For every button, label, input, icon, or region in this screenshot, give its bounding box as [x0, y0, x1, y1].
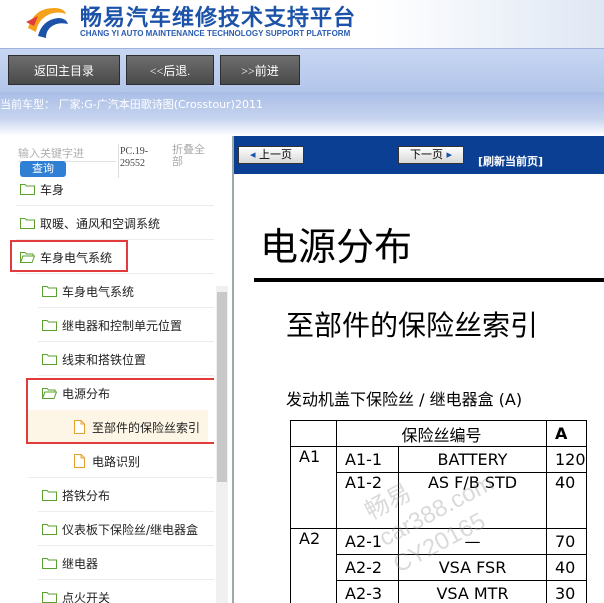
app-header: 畅易汽车维修技术支持平台 CHANG YI AUTO MAINTENANCE T… [0, 0, 604, 48]
back-button[interactable]: <<后退. [126, 55, 214, 85]
next-page-button[interactable]: 下一页 ▸ [398, 146, 464, 164]
table-cell-amp: 120 [546, 446, 587, 473]
directory-tree: 车身 取暖、通风和空调系统 车身电气系统 车身电气系统 继电器和控制单元位置 线… [0, 184, 214, 603]
tree-item-label: 车身 [40, 184, 65, 197]
tree-scrollbar[interactable] [216, 286, 228, 603]
table-caption: 发动机盖下保险丝 / 继电器盒 (A) [286, 390, 523, 409]
document-title: 电源分布 [260, 225, 413, 269]
tree-item-label: 继电器和控制单元位置 [62, 319, 183, 333]
table-cell-group: A1 [290, 446, 337, 529]
folder-icon [42, 354, 57, 365]
tree-item-label: 电路识别 [92, 455, 141, 469]
table-cell-amp: 70 [546, 528, 587, 555]
table-cell-amp: 40 [546, 472, 587, 529]
table-cell-fuse: A2-2 [336, 554, 399, 581]
table-cell-amp: 30 [546, 580, 587, 603]
keyword-search-input[interactable] [18, 146, 116, 162]
arrow-left-icon: ◂ [249, 148, 256, 161]
home-button[interactable]: 返回主目录 [8, 55, 120, 85]
folder-icon [42, 490, 57, 501]
table-header-blank [290, 420, 337, 447]
table-cell-fuse: A1-1 [336, 446, 399, 473]
left-navigation-panel: 查询 PC.19-29552 折叠全部 车身 取暖、通风和空调系统 车身电气系统… [0, 136, 232, 603]
tree-item-label: 搭铁分布 [62, 489, 111, 503]
tree-item-label: 车身电气系统 [62, 285, 135, 299]
table-cell-amp: 40 [546, 554, 587, 581]
tree-item-label: 仪表板下保险丝/继电器盒 [62, 523, 199, 537]
document-icon [74, 454, 85, 468]
scrollbar-thumb[interactable] [217, 292, 227, 482]
pc-code-label: PC.19-29552 [120, 146, 149, 169]
tree-item-circuit-id[interactable]: 电路识别 [28, 444, 214, 478]
tree-item-label: 继电器 [62, 557, 99, 571]
forward-button[interactable]: >>前进 [220, 55, 300, 85]
tree-item-dash-fuse-box[interactable]: 仪表板下保险丝/继电器盒 [38, 512, 214, 546]
prev-page-label: 上一页 [259, 148, 293, 161]
table-header-row: 保险丝编号 A [290, 420, 587, 447]
folder-icon [42, 524, 57, 535]
brand-subtitle: CHANG YI AUTO MAINTENANCE TECHNOLOGY SUP… [80, 29, 351, 38]
prev-page-button[interactable]: ◂ 上一页 [238, 146, 304, 164]
brand-title: 畅易汽车维修技术支持平台 [80, 6, 357, 31]
folder-icon [42, 558, 57, 569]
cy-logo-icon [26, 8, 68, 38]
highlight-box-body-electrical [10, 240, 128, 272]
search-area: 查询 PC.19-29552 折叠全部 [0, 136, 232, 184]
arrow-right-icon: ▸ [446, 148, 453, 161]
document-subtitle: 至部件的保险丝索引 [286, 309, 539, 342]
table-header-extra: A [546, 420, 587, 447]
tree-item-ground-distribution[interactable]: 搭铁分布 [38, 478, 214, 512]
tree-item-relay-locations[interactable]: 继电器和控制单元位置 [38, 308, 214, 342]
current-model-bar: 当前车型： 厂家:G-广汽本田歌诗图(Crosstour)2011 [0, 92, 604, 136]
current-model-text: 当前车型： 厂家:G-广汽本田歌诗图(Crosstour)2011 [0, 98, 263, 111]
tree-item-body[interactable]: 车身 [16, 184, 214, 206]
folder-icon [42, 320, 57, 331]
table-cell-name: VSA MTR [398, 580, 547, 603]
table-header-fuse-no: 保险丝编号 [336, 420, 547, 447]
tree-item-label: 点火开关 [62, 591, 111, 603]
folder-icon [42, 286, 57, 297]
table-cell-group: A2 [290, 528, 337, 603]
tree-item-harness-ground[interactable]: 线束和搭铁位置 [38, 342, 214, 376]
tree-item-label: 线束和搭铁位置 [62, 353, 147, 367]
tree-item-hvac[interactable]: 取暖、通风和空调系统 [16, 206, 214, 240]
tree-item-label: 取暖、通风和空调系统 [40, 217, 161, 231]
folder-icon [20, 218, 35, 229]
highlight-box-fuse-index [26, 378, 214, 444]
refresh-page-link[interactable]: [刷新当前页] [478, 153, 543, 169]
title-rule [254, 278, 604, 282]
tree-item-relays[interactable]: 继电器 [38, 546, 214, 580]
folder-icon [42, 592, 57, 603]
folder-icon [20, 184, 35, 195]
search-button[interactable]: 查询 [20, 161, 66, 177]
table-cell-fuse: A2-3 [336, 580, 399, 603]
divider [118, 144, 119, 178]
main-toolbar: 返回主目录 <<后退. >>前进 [0, 48, 604, 92]
next-page-label: 下一页 [409, 148, 443, 161]
collapse-all-link[interactable]: 折叠全部 [172, 144, 212, 168]
tree-item-ignition-switch[interactable]: 点火开关 [38, 580, 214, 603]
document-nav-bar: ◂ 上一页 下一页 ▸ [刷新当前页] [234, 136, 604, 174]
document-panel: ◂ 上一页 下一页 ▸ [刷新当前页] 电源分布 至部件的保险丝索引 发动机盖下… [232, 136, 604, 603]
tree-item-body-electrical-sub[interactable]: 车身电气系统 [38, 274, 214, 308]
